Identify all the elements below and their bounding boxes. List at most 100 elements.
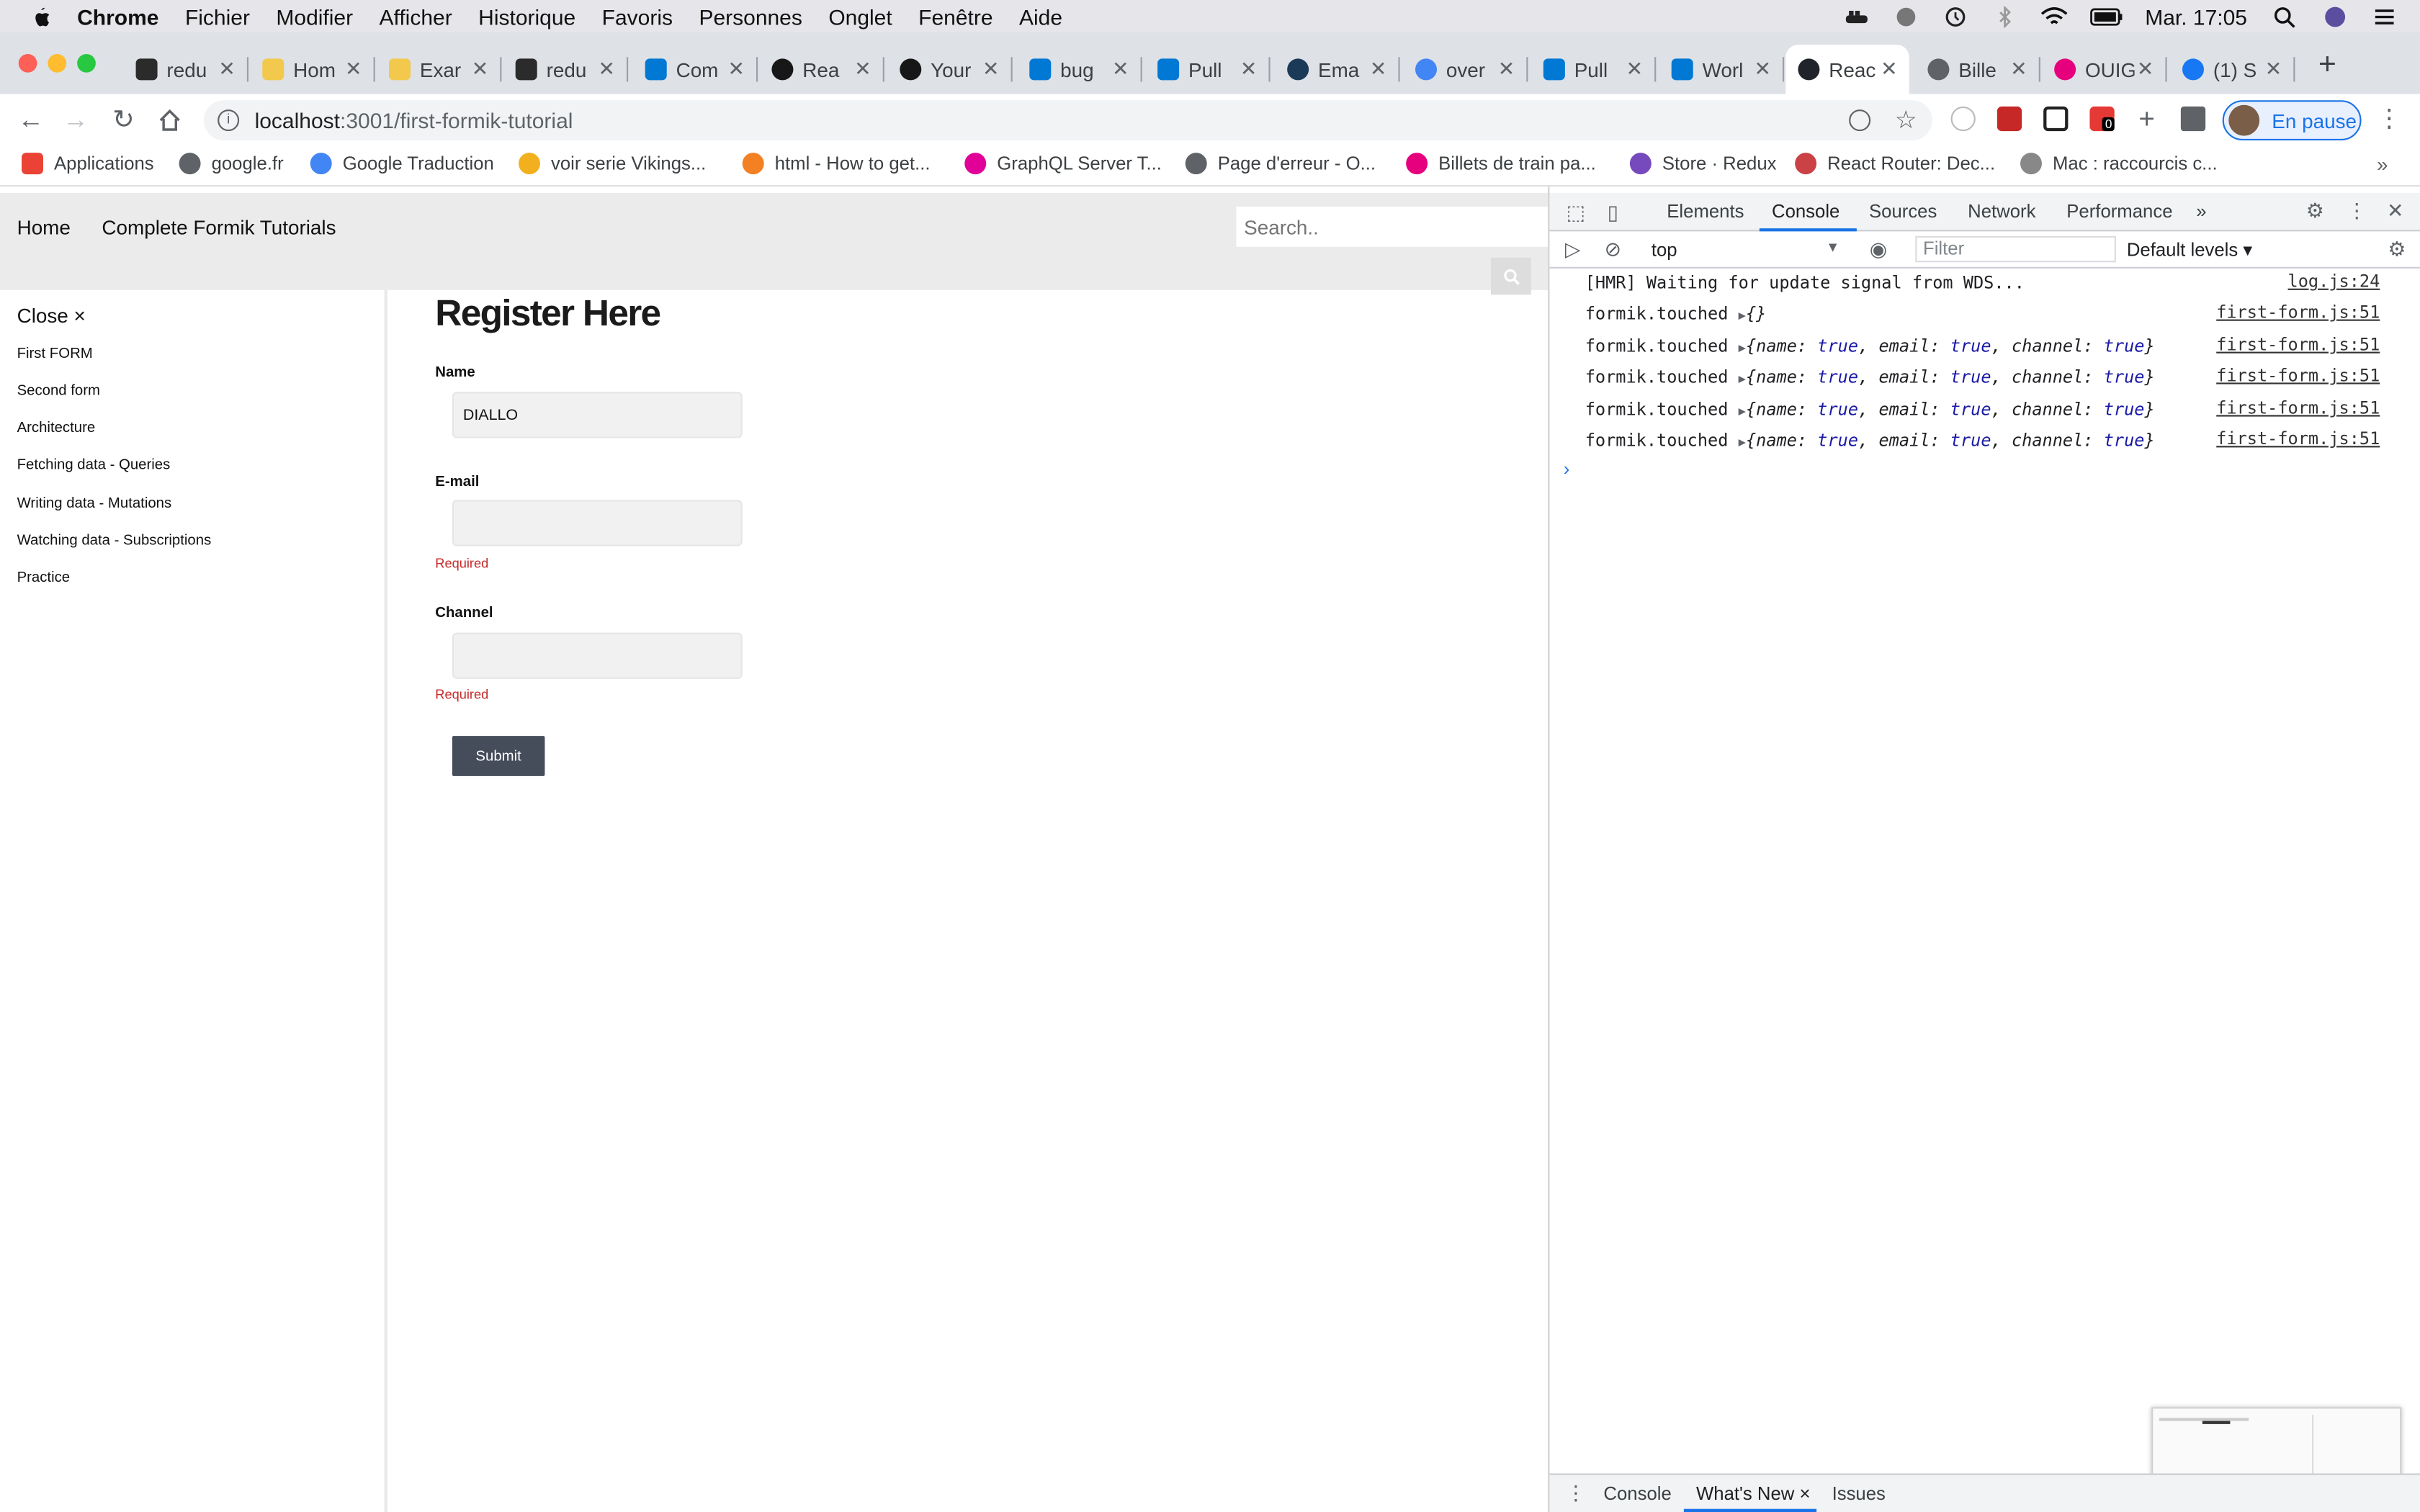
browser-tab[interactable]: Bille ✕ (1915, 45, 2040, 94)
expand-triangle-icon[interactable]: ▶ (1739, 309, 1746, 323)
sidenav-close-button[interactable]: Close × (17, 304, 86, 327)
nav-link-home[interactable]: Home (17, 216, 71, 239)
tab-elements[interactable]: Elements (1667, 201, 1744, 222)
browser-tab[interactable]: Pull ✕ (1145, 45, 1270, 94)
apple-menu-icon[interactable] (28, 4, 53, 28)
expand-triangle-icon[interactable]: ▶ (1739, 372, 1746, 385)
browser-tab[interactable]: Reac ✕ (1785, 45, 1909, 94)
menu-personnes[interactable]: Personnes (699, 4, 802, 28)
close-tab-icon[interactable]: ✕ (1623, 57, 1645, 81)
bookmark-item[interactable]: Mac : raccourcis c... (2020, 153, 2218, 175)
profile-button[interactable]: En pause (2222, 100, 2362, 140)
browser-tab[interactable]: (1) S ✕ (2170, 45, 2295, 94)
browser-tab[interactable]: over ✕ (1403, 45, 1528, 94)
close-tab-icon[interactable]: ✕ (980, 57, 1002, 81)
close-tab-icon[interactable]: ✕ (2262, 57, 2284, 81)
time-machine-icon[interactable] (1941, 6, 1969, 27)
menu-aide[interactable]: Aide (1019, 4, 1062, 28)
back-button[interactable]: ← (14, 104, 48, 138)
browser-tab[interactable]: redu ✕ (123, 45, 248, 94)
chrome-menu-icon[interactable]: ⋮ (2377, 104, 2401, 135)
expand-triangle-icon[interactable]: ▶ (1739, 404, 1746, 418)
drawer-tab-console[interactable]: Console (1603, 1482, 1671, 1504)
close-tab-icon[interactable]: ✕ (2008, 57, 2030, 81)
drawer-menu-icon[interactable]: ⋮ (1565, 1482, 1587, 1504)
bookmark-item[interactable]: html - How to get... (742, 153, 931, 175)
add-extension-icon[interactable]: + (2135, 105, 2159, 133)
menu-modifier[interactable]: Modifier (276, 4, 353, 28)
console-filter-input[interactable]: Filter (1915, 235, 2116, 263)
browser-tab[interactable]: Your ✕ (887, 45, 1013, 94)
drawer-tab-whats-new[interactable]: What's New × (1696, 1482, 1811, 1504)
reload-button[interactable]: ↻ (107, 104, 140, 138)
console-prompt-icon[interactable]: › (1564, 458, 1570, 480)
site-info-icon[interactable]: i (218, 109, 240, 132)
more-tabs-icon[interactable]: » (2196, 201, 2206, 222)
log-levels-dropdown[interactable]: Default levels ▾ (2127, 239, 2252, 261)
close-tab-icon[interactable]: ✕ (216, 57, 238, 81)
close-tab-icon[interactable]: ✕ (852, 57, 874, 81)
browser-tab[interactable]: Exar ✕ (377, 45, 502, 94)
live-expression-eye-icon[interactable]: ◉ (1868, 238, 1889, 261)
tab-console[interactable]: Console (1772, 201, 1839, 222)
globe-status-icon[interactable] (1892, 6, 1920, 27)
window-minimize-button[interactable] (48, 54, 67, 73)
menu-fenetre[interactable]: Fenêtre (918, 4, 992, 28)
browser-tab[interactable]: redu ✕ (503, 45, 629, 94)
forward-button[interactable]: → (58, 104, 92, 138)
menu-afficher[interactable]: Afficher (380, 4, 452, 28)
browser-tab[interactable]: Ema ✕ (1275, 45, 1400, 94)
console-object-preview[interactable]: {name: true, email: true, channel: true} (1746, 367, 2155, 387)
new-tab-button[interactable]: + (2312, 50, 2343, 82)
sidenav-item-subscriptions[interactable]: Watching data - Subscriptions (17, 532, 212, 549)
nav-link-tutorials[interactable]: Complete Formik Tutorials (102, 216, 336, 239)
menu-historique[interactable]: Historique (478, 4, 575, 28)
close-tab-icon[interactable]: ✕ (2135, 57, 2156, 81)
close-tab-icon[interactable]: ✕ (1878, 57, 1900, 81)
sidenav-item-mutations[interactable]: Writing data - Mutations (17, 495, 172, 513)
spotlight-search-icon[interactable] (2272, 6, 2300, 27)
clear-console-icon[interactable]: ⊘ (1602, 238, 1623, 261)
tab-performance[interactable]: Performance (2066, 201, 2172, 222)
bookmark-item[interactable]: voir serie Vikings... (519, 153, 706, 175)
console-object-preview[interactable]: {name: true, email: true, channel: true} (1746, 431, 2155, 451)
console-object-preview[interactable]: {name: true, email: true, channel: true} (1746, 336, 2155, 356)
browser-tab[interactable]: Hom ✕ (250, 45, 375, 94)
bookmark-star-icon[interactable]: ☆ (1895, 105, 1917, 136)
close-tab-icon[interactable]: ✕ (1752, 57, 1773, 81)
console-source-link[interactable]: log.js:24 (2288, 271, 2380, 292)
expand-triangle-icon[interactable]: ▶ (1739, 435, 1746, 449)
console-object-preview[interactable]: {} (1746, 304, 1766, 324)
control-center-icon[interactable] (2370, 6, 2398, 27)
device-toolbar-icon[interactable]: ▯ (1602, 202, 1623, 224)
email-field[interactable] (452, 500, 743, 546)
docker-icon[interactable] (1842, 6, 1870, 27)
drawer-tab-issues[interactable]: Issues (1832, 1482, 1886, 1504)
tab-network[interactable]: Network (1968, 201, 2035, 222)
browser-tab[interactable]: Worl ✕ (1659, 45, 1785, 94)
close-tab-icon[interactable]: ✕ (725, 57, 747, 81)
close-tab-icon[interactable]: ✕ (1495, 57, 1517, 81)
browser-tab[interactable]: OUIG ✕ (2042, 45, 2167, 94)
browser-tab[interactable]: Com ✕ (633, 45, 758, 94)
bookmark-item[interactable]: Billets de train pa... (1406, 153, 1596, 175)
name-field[interactable]: DIALLO (452, 392, 743, 438)
bookmark-item[interactable]: Page d'erreur - O... (1185, 153, 1376, 175)
settings-gear-icon[interactable]: ⚙ (2304, 199, 2326, 222)
search-button[interactable] (1491, 257, 1531, 295)
console-object-preview[interactable]: {name: true, email: true, channel: true} (1746, 400, 2155, 420)
submit-button[interactable]: Submit (452, 736, 545, 776)
bookmark-item[interactable]: Applications (22, 153, 154, 175)
bookmark-item[interactable]: Google Traduction (310, 153, 494, 175)
close-devtools-icon[interactable]: ✕ (2385, 199, 2406, 222)
menu-onglet[interactable]: Onglet (828, 4, 892, 28)
sidenav-item-second-form[interactable]: Second form (17, 382, 100, 400)
bluetooth-icon[interactable] (1991, 5, 2019, 27)
bookmark-item[interactable]: Store · Redux (1629, 153, 1777, 175)
close-tab-icon[interactable]: ✕ (1368, 57, 1389, 81)
close-tab-icon[interactable]: ✕ (596, 57, 617, 81)
sidenav-item-queries[interactable]: Fetching data - Queries (17, 456, 171, 474)
extension-badge-icon[interactable]: 0 (2089, 106, 2115, 132)
wifi-icon[interactable] (2040, 6, 2069, 27)
extension-pip-icon[interactable] (2043, 106, 2069, 132)
